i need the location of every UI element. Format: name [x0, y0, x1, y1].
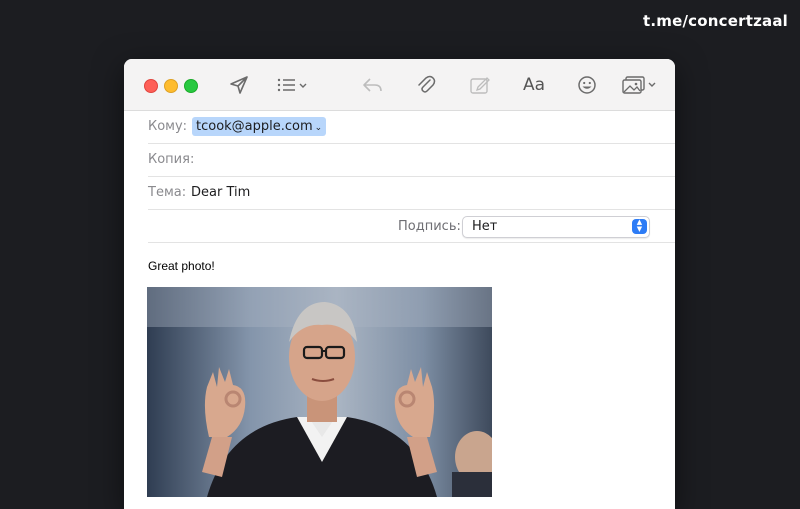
channel-watermark: t.me/concertzaal	[643, 12, 788, 30]
recipient-token[interactable]: tcook@apple.com ⌄	[192, 117, 327, 136]
list-icon	[277, 78, 307, 92]
close-button[interactable]	[144, 79, 158, 93]
signature-label: Подпись:	[398, 219, 461, 234]
font-icon: Aa	[522, 75, 546, 95]
cc-row[interactable]: Копия:	[148, 144, 675, 177]
send-button[interactable]	[227, 73, 251, 97]
header-fields: Кому: tcook@apple.com ⌄ Копия: Тема: Dear…	[148, 111, 675, 243]
emoji-button[interactable]	[575, 73, 599, 97]
emoji-icon	[578, 76, 596, 94]
photo-browser-icon	[622, 76, 656, 94]
attached-photo[interactable]	[147, 287, 492, 497]
minimize-button[interactable]	[164, 79, 178, 93]
attachment-icon	[418, 75, 436, 93]
recipient-address: tcook@apple.com	[196, 119, 313, 134]
markup-button[interactable]	[468, 73, 492, 97]
reply-icon	[363, 78, 382, 92]
signature-value: Нет	[472, 219, 498, 234]
cc-label: Копия:	[148, 152, 195, 167]
reply-button[interactable]	[361, 73, 385, 97]
to-label: Кому:	[148, 119, 188, 134]
header-fields-button[interactable]	[276, 73, 310, 97]
subject-label: Тема:	[148, 185, 187, 200]
photo-browser-button[interactable]	[622, 73, 660, 97]
send-icon	[230, 76, 248, 94]
attach-button[interactable]	[414, 73, 438, 97]
photo-image	[147, 287, 492, 497]
subject-row[interactable]: Тема: Dear Tim	[148, 177, 675, 210]
markup-icon	[470, 77, 490, 94]
toolbar: Aa	[124, 59, 675, 111]
signature-select[interactable]: Нет ▲ ▼	[462, 216, 650, 238]
format-button[interactable]: Aa	[520, 73, 548, 97]
signature-row: Подпись: Нет ▲ ▼	[148, 210, 675, 243]
chevron-down-icon: ⌄	[314, 123, 323, 133]
zoom-button[interactable]	[184, 79, 198, 93]
subject-field[interactable]: Dear Tim	[191, 185, 250, 200]
stepper-arrows-icon: ▲ ▼	[632, 219, 647, 234]
message-body-text[interactable]: Great photo!	[148, 259, 215, 273]
mail-compose-window: Aa Кому: tcook@apple.com ⌄ Копия: Тема: D…	[124, 59, 675, 509]
to-row: Кому: tcook@apple.com ⌄	[148, 111, 675, 144]
